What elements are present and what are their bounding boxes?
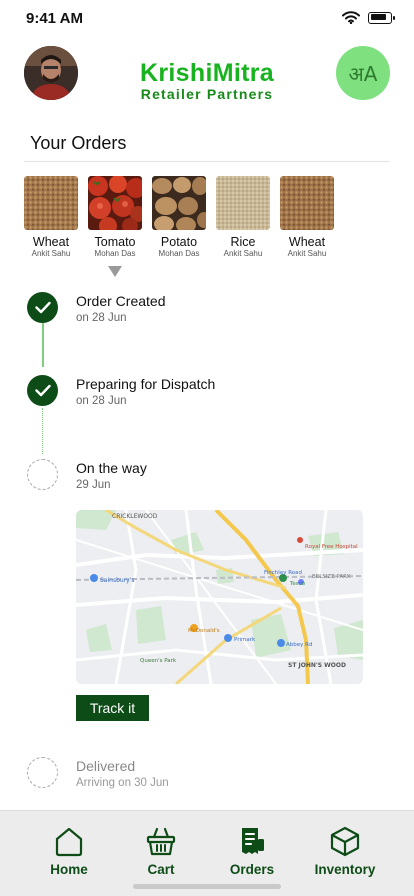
step-label: Delivered [76, 758, 136, 774]
wheat-image [280, 176, 334, 230]
step-label: On the way [76, 460, 147, 476]
timeline-connector-dotted [42, 408, 43, 454]
box-icon [300, 825, 390, 857]
nav-item-inventory[interactable]: Inventory [300, 825, 390, 877]
language-toggle-button[interactable]: अA [336, 46, 390, 100]
map-label-cricklewood: CRICKLEWOOD [112, 513, 158, 520]
home-indicator [133, 884, 281, 889]
product-name: Wheat [288, 235, 326, 249]
nav-label: Orders [229, 862, 275, 877]
product-name: Potato [160, 235, 198, 249]
status-time: 9:41 AM [26, 10, 83, 27]
map-label-finchley: Finchley Road [264, 570, 302, 576]
battery-icon [368, 11, 395, 24]
map-label-sainsburys: Sainsbury's [100, 577, 135, 584]
map-graphic: CRICKLEWOOD Sainsbury's BELSIZE PARK Roy… [76, 510, 363, 684]
step-label: Preparing for Dispatch [76, 376, 216, 392]
product-seller: Mohan Das [158, 249, 200, 258]
product-item-wheat-2[interactable]: Wheat Ankit Sahu [280, 176, 334, 258]
product-seller: Ankit Sahu [31, 249, 71, 258]
status-bar: 9:41 AM [0, 0, 414, 40]
basket-icon [116, 825, 206, 857]
nav-label: Cart [147, 862, 175, 877]
step-date: on 28 Jun [76, 395, 127, 407]
home-icon [24, 825, 114, 857]
nav-label: Home [50, 862, 88, 877]
rice-image [216, 176, 270, 230]
pending-circle-icon [27, 757, 58, 788]
product-list: Wheat Ankit Sahu Tomato Mohan Das Potato… [24, 176, 334, 258]
product-item-rice[interactable]: Rice Ankit Sahu [216, 176, 270, 258]
section-title: Your Orders [30, 133, 127, 153]
map-label-tesco: Tesco [289, 581, 306, 587]
check-icon [27, 375, 58, 406]
check-icon [27, 292, 58, 323]
map-label-st-johns-wood: ST JOHN'S WOOD [288, 662, 346, 669]
nav-item-orders[interactable]: Orders [207, 825, 297, 877]
nav-label: Inventory [314, 862, 376, 877]
map-label-primark: Primark [234, 637, 256, 643]
map-label-abbey-rd: Abbey Rd [286, 642, 312, 648]
potato-image [152, 176, 206, 230]
product-seller: Ankit Sahu [223, 249, 263, 258]
wifi-icon [342, 11, 360, 24]
selected-product-indicator [108, 266, 122, 277]
pending-circle-icon [27, 459, 58, 490]
tomato-image [88, 176, 142, 230]
wheat-image [24, 176, 78, 230]
nav-item-cart[interactable]: Cart [116, 825, 206, 877]
product-item-tomato[interactable]: Tomato Mohan Das [88, 176, 142, 258]
timeline-connector [42, 323, 44, 367]
product-seller: Mohan Das [94, 249, 136, 258]
product-name: Rice [230, 235, 256, 249]
map-label-queens-park: Queen's Park [140, 658, 177, 664]
track-it-button[interactable]: Track it [76, 695, 149, 721]
battery-level [370, 14, 386, 20]
product-name: Tomato [94, 235, 136, 249]
status-icons [342, 11, 395, 24]
product-item-wheat[interactable]: Wheat Ankit Sahu [24, 176, 78, 258]
map-label-mcdonalds: McDonald's [188, 628, 220, 634]
nav-item-home[interactable]: Home [24, 825, 114, 877]
product-name: Wheat [32, 235, 70, 249]
receipt-icon [207, 825, 297, 857]
divider [24, 161, 390, 162]
step-label: Order Created [76, 293, 166, 309]
product-item-potato[interactable]: Potato Mohan Das [152, 176, 206, 258]
step-date: on 28 Jun [76, 312, 127, 324]
map-label-belsize-park: BELSIZE PARK [312, 574, 351, 580]
map-label-royal-free: Royal Free Hospital [305, 544, 358, 550]
step-date: Arriving on 30 Jun [76, 777, 169, 789]
step-date: 29 Jun [76, 479, 111, 491]
product-seller: Ankit Sahu [287, 249, 327, 258]
tracking-map[interactable]: CRICKLEWOOD Sainsbury's BELSIZE PARK Roy… [76, 510, 363, 684]
